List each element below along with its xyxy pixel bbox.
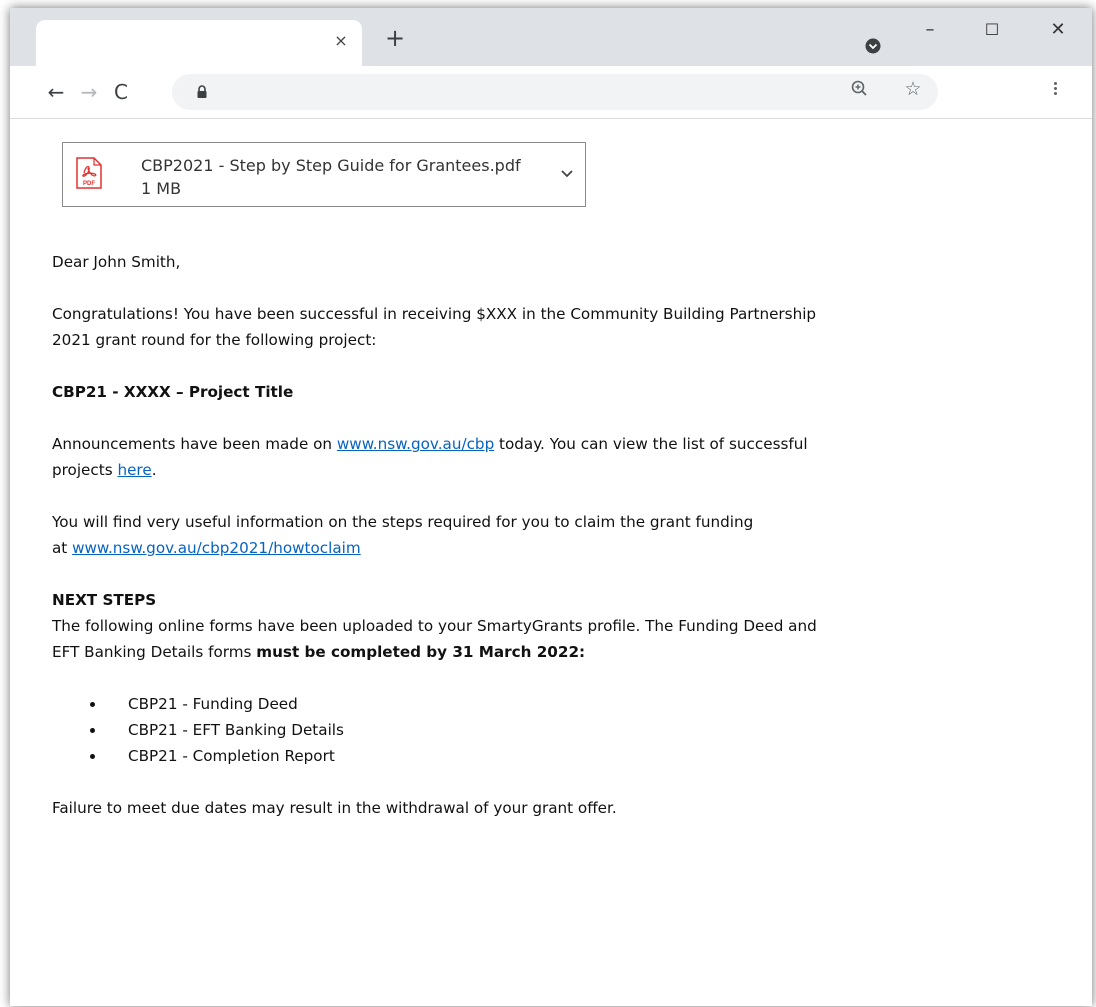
congrats-line-2: 2021 grant round for the following proje…: [52, 331, 377, 349]
lock-icon[interactable]: [196, 85, 208, 99]
minimize-button[interactable]: –: [910, 16, 950, 44]
pdf-attachment[interactable]: PDF CBP2021 - Step by Step Guide for Gra…: [62, 142, 586, 207]
zoom-icon[interactable]: [850, 79, 870, 99]
new-tab-button[interactable]: +: [382, 26, 408, 52]
howtoclaim-link[interactable]: www.nsw.gov.au/cbp2021/howtoclaim: [72, 539, 361, 557]
announcement-line-1: Announcements have been made on www.nsw.…: [52, 435, 808, 453]
chevron-down-icon[interactable]: [560, 169, 574, 179]
email-content: PDF CBP2021 - Step by Step Guide for Gra…: [10, 119, 1092, 1006]
menu-icon[interactable]: [1050, 80, 1060, 100]
bookmark-star-icon[interactable]: ☆: [902, 78, 924, 100]
maximize-button[interactable]: ☐: [972, 16, 1012, 44]
project-title: CBP21 - XXXX – Project Title: [52, 383, 294, 401]
forward-arrow-icon[interactable]: →: [77, 80, 101, 104]
greeting: Dear John Smith,: [52, 253, 181, 271]
useful-info-line-2: at www.nsw.gov.au/cbp2021/howtoclaim: [52, 539, 361, 557]
close-window-button[interactable]: ✕: [1038, 16, 1078, 44]
useful-info-line-1: You will find very useful information on…: [52, 513, 754, 531]
next-steps-heading: NEXT STEPS: [52, 591, 157, 609]
failure-line: Failure to meet due dates may result in …: [52, 799, 617, 817]
back-arrow-icon[interactable]: ←: [44, 80, 68, 104]
next-steps-line-2: EFT Banking Details forms must be comple…: [52, 643, 586, 661]
forms-list: CBP21 - Funding Deed CBP21 - EFT Banking…: [52, 691, 1052, 769]
next-steps-line-1: The following online forms have been upl…: [52, 617, 817, 635]
here-link[interactable]: here: [117, 461, 151, 479]
profile-icon[interactable]: [865, 38, 881, 54]
browser-window: × + – ☐ ✕ ← → C ☆ PDF CBP2021 - Step by …: [10, 8, 1092, 1006]
tab-strip: × + – ☐ ✕: [10, 8, 1092, 66]
address-bar[interactable]: [172, 74, 938, 110]
tab-close-icon[interactable]: ×: [332, 32, 350, 50]
congrats-line-1: Congratulations! You have been successfu…: [52, 305, 817, 323]
email-body: Dear John Smith, Congratulations! You ha…: [52, 249, 1052, 821]
list-item: CBP21 - EFT Banking Details: [52, 717, 1052, 743]
list-item: CBP21 - Completion Report: [52, 743, 1052, 769]
list-item: CBP21 - Funding Deed: [52, 691, 1052, 717]
attachment-filename: CBP2021 - Step by Step Guide for Grantee…: [141, 156, 521, 175]
svg-text:PDF: PDF: [83, 181, 95, 187]
attachment-size: 1 MB: [141, 179, 182, 198]
announcement-line-2: projects here.: [52, 461, 157, 479]
browser-toolbar: ← → C: [10, 66, 1092, 119]
browser-tab[interactable]: ×: [36, 20, 362, 66]
cbp-link[interactable]: www.nsw.gov.au/cbp: [337, 435, 494, 453]
reload-icon[interactable]: C: [109, 80, 133, 104]
pdf-file-icon: PDF: [76, 157, 102, 189]
